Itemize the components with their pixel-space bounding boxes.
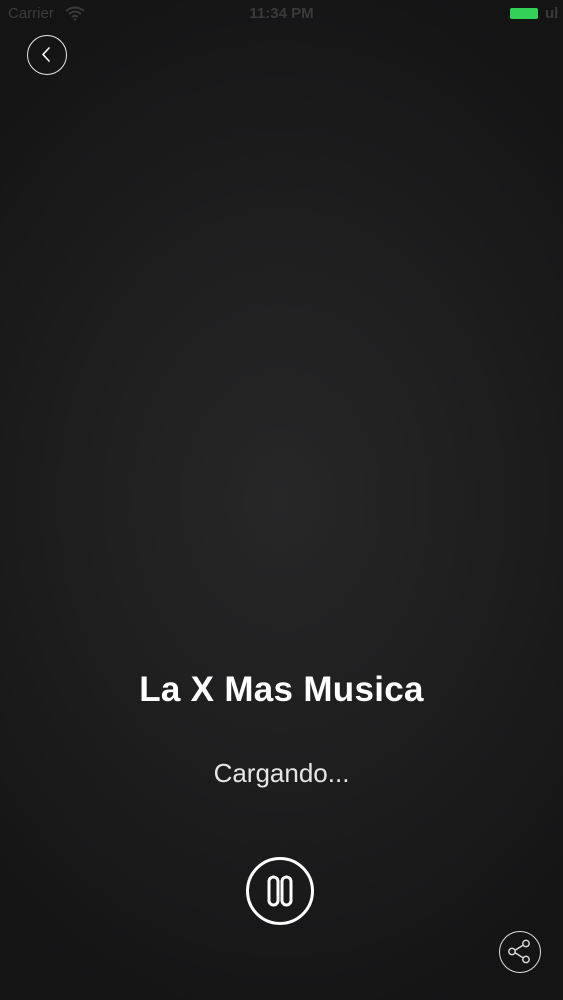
player-screen: Carrier 11:34 PM ul La X Mas Musica Carg… xyxy=(0,0,563,1000)
battery-label: ul xyxy=(545,5,559,22)
share-icon xyxy=(508,939,530,964)
pause-button[interactable] xyxy=(246,857,314,925)
status-bar: Carrier 11:34 PM ul xyxy=(0,0,563,28)
share-button[interactable] xyxy=(499,931,541,973)
station-title: La X Mas Musica xyxy=(139,670,424,709)
chevron-left-icon xyxy=(42,47,50,62)
back-button[interactable] xyxy=(27,35,67,75)
pause-icon xyxy=(267,875,293,907)
status-time: 11:34 PM xyxy=(249,5,314,22)
loading-status: Cargando... xyxy=(213,758,350,788)
battery-icon xyxy=(510,8,538,19)
